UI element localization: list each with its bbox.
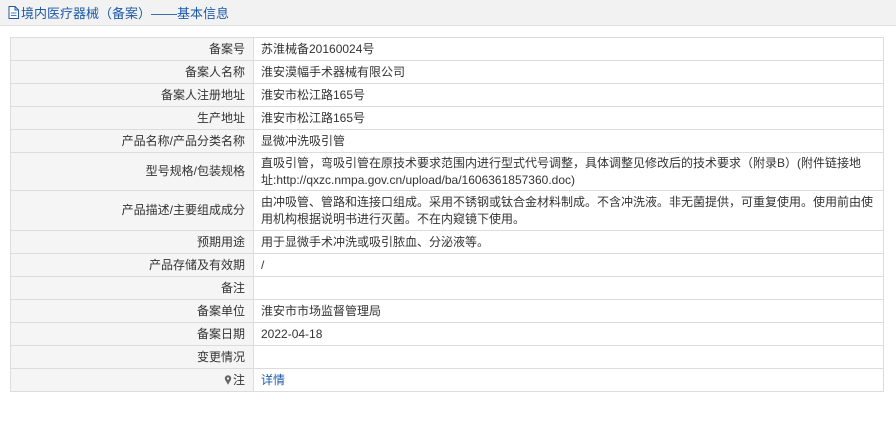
row-label: 备注 <box>10 276 254 300</box>
page-title-text: 境内医疗器械（备案）——基本信息 <box>21 6 230 21</box>
row-label: 变更情况 <box>10 345 254 369</box>
row-registrant-address: 备案人注册地址 淮安市松江路165号 <box>10 83 884 107</box>
row-label: 预期用途 <box>10 230 254 254</box>
row-label: 生产地址 <box>10 106 254 130</box>
row-record-number: 备案号 苏淮械备20160024号 <box>10 37 884 61</box>
row-label: 备案人名称 <box>10 60 254 84</box>
row-product-name: 产品名称/产品分类名称 显微冲洗吸引管 <box>10 129 884 153</box>
row-note: 注 详情 <box>10 368 884 392</box>
row-label: 备案单位 <box>10 299 254 323</box>
details-link[interactable]: 详情 <box>261 373 285 387</box>
row-label: 注 <box>10 368 254 392</box>
row-label: 产品存储及有效期 <box>10 253 254 277</box>
row-value: 直吸引管，弯吸引管在原技术要求范围内进行型式代号调整，具体调整见修改后的技术要求… <box>253 152 884 191</box>
info-panel: 备案号 苏淮械备20160024号 备案人名称 淮安漠幅手术器械有限公司 备案人… <box>10 37 884 392</box>
row-filing-unit: 备案单位 淮安市市场监督管理局 <box>10 299 884 323</box>
row-value: 由冲吸管、管路和连接口组成。采用不锈钢或钛合金材料制成。不含冲洗液。非无菌提供，… <box>253 190 884 231</box>
row-value: 淮安漠幅手术器械有限公司 <box>253 60 884 84</box>
row-value: 淮安市松江路165号 <box>253 83 884 107</box>
row-value <box>253 345 884 369</box>
row-value: 详情 <box>253 368 884 392</box>
row-value: 用于显微手术冲洗或吸引脓血、分泌液等。 <box>253 230 884 254</box>
row-registrant-name: 备案人名称 淮安漠幅手术器械有限公司 <box>10 60 884 84</box>
row-storage: 产品存储及有效期 / <box>10 253 884 277</box>
row-label: 备案日期 <box>10 322 254 346</box>
note-label: 注 <box>232 372 245 387</box>
row-value: 淮安市市场监督管理局 <box>253 299 884 323</box>
document-icon <box>8 6 19 19</box>
row-value <box>253 276 884 300</box>
row-intended-use: 预期用途 用于显微手术冲洗或吸引脓血、分泌液等。 <box>10 230 884 254</box>
row-value: 淮安市松江路165号 <box>253 106 884 130</box>
info-table: 备案号 苏淮械备20160024号 备案人名称 淮安漠幅手术器械有限公司 备案人… <box>10 37 884 392</box>
row-production-address: 生产地址 淮安市松江路165号 <box>10 106 884 130</box>
row-label: 产品名称/产品分类名称 <box>10 129 254 153</box>
page-header: 境内医疗器械（备案）——基本信息 <box>0 0 896 26</box>
row-label: 备案人注册地址 <box>10 83 254 107</box>
row-value: 苏淮械备20160024号 <box>253 37 884 61</box>
row-value: / <box>253 253 884 277</box>
row-label: 产品描述/主要组成成分 <box>10 190 254 231</box>
row-change-history: 变更情况 <box>10 345 884 369</box>
row-label: 备案号 <box>10 37 254 61</box>
row-value: 显微冲洗吸引管 <box>253 129 884 153</box>
row-remarks: 备注 <box>10 276 884 300</box>
row-product-description: 产品描述/主要组成成分 由冲吸管、管路和连接口组成。采用不锈钢或钛合金材料制成。… <box>10 190 884 231</box>
row-filing-date: 备案日期 2022-04-18 <box>10 322 884 346</box>
row-model-spec: 型号规格/包装规格 直吸引管，弯吸引管在原技术要求范围内进行型式代号调整，具体调… <box>10 152 884 191</box>
row-value: 2022-04-18 <box>253 322 884 346</box>
row-label: 型号规格/包装规格 <box>10 152 254 191</box>
pin-icon <box>224 374 232 385</box>
page-title: 境内医疗器械（备案）——基本信息 <box>8 3 229 22</box>
